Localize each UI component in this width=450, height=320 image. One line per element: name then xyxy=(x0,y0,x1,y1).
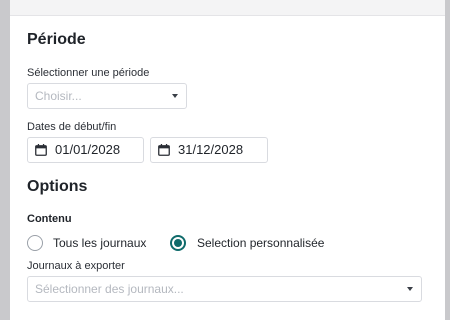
chevron-down-icon xyxy=(172,94,178,98)
period-select-placeholder: Choisir... xyxy=(35,89,82,103)
panel-header xyxy=(10,0,445,16)
journals-select[interactable]: Sélectionner des journaux... xyxy=(27,276,422,302)
radio-custom-selection-label[interactable]: Selection personnalisée xyxy=(197,236,324,250)
start-date-input[interactable]: 01/01/2028 xyxy=(27,137,144,163)
radio-all-journals-label[interactable]: Tous les journaux xyxy=(53,236,146,250)
options-section-title: Options xyxy=(27,178,88,195)
journals-label: Journaux à exporter xyxy=(27,260,125,272)
end-date-value: 31/12/2028 xyxy=(178,142,244,157)
radio-custom-selection[interactable] xyxy=(170,235,186,251)
radio-all-journals[interactable] xyxy=(27,235,43,251)
period-select-label: Sélectionner une période xyxy=(27,67,150,79)
period-select[interactable]: Choisir... xyxy=(27,83,187,109)
export-panel: Période Sélectionner une période Choisir… xyxy=(10,0,445,320)
calendar-icon xyxy=(158,144,170,156)
chevron-down-icon xyxy=(407,287,413,291)
end-date-input[interactable]: 31/12/2028 xyxy=(150,137,268,163)
start-date-value: 01/01/2028 xyxy=(55,142,121,157)
content-label: Contenu xyxy=(27,213,72,225)
dates-label: Dates de début/fin xyxy=(27,121,117,133)
journals-select-placeholder: Sélectionner des journaux... xyxy=(35,282,184,296)
calendar-icon xyxy=(35,144,47,156)
periode-section-title: Période xyxy=(27,31,86,48)
